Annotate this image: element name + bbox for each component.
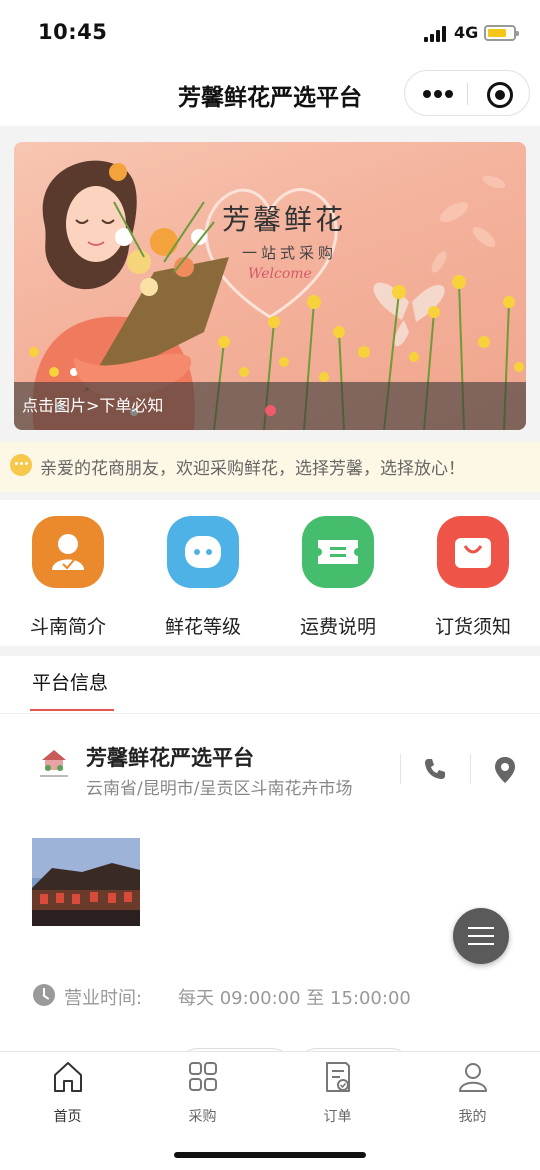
- order-icon: [326, 1062, 350, 1092]
- notice-text: 亲爱的花商朋友，欢迎采购鲜花，选择芳馨，选择放心！: [40, 459, 465, 479]
- ticket-icon: [302, 516, 374, 588]
- tabbar-label: 订单: [323, 1109, 352, 1125]
- tabbar-item-mine[interactable]: 我的: [405, 1060, 540, 1130]
- banner-welcome: Welcome: [248, 266, 312, 282]
- grid-icon: [189, 1062, 217, 1091]
- section-tabs: 平台信息: [0, 656, 540, 714]
- quick-item-order-notice[interactable]: 订货须知: [413, 516, 533, 638]
- mini-program-capsule: [404, 70, 530, 116]
- tab-platform-info[interactable]: 平台信息: [32, 668, 108, 695]
- user-icon: [459, 1063, 487, 1092]
- notice-bar: 亲爱的花商朋友，欢迎采购鲜花，选择芳馨，选择放心！: [0, 442, 540, 492]
- shop-photo[interactable]: [32, 838, 140, 926]
- tabbar-item-purchase[interactable]: 采购: [135, 1060, 270, 1130]
- bottom-tabbar: 首页 采购 订单 我的: [0, 1051, 540, 1170]
- phone-icon[interactable]: [422, 756, 448, 782]
- more-dots-icon[interactable]: [423, 90, 453, 98]
- quick-label: 订货须知: [434, 616, 511, 638]
- quick-item-intro[interactable]: 斗南简介: [8, 516, 128, 638]
- shop-name: 芳馨鲜花严选平台: [86, 746, 254, 770]
- quick-item-shipping[interactable]: 运费说明: [278, 516, 398, 638]
- quick-item-grade[interactable]: 鲜花等级: [143, 516, 263, 638]
- divider: [400, 754, 401, 784]
- home-icon: [54, 1062, 82, 1092]
- tabbar-item-orders[interactable]: 订单: [270, 1060, 405, 1130]
- capsule-divider: [467, 83, 468, 105]
- tabbar-item-home[interactable]: 首页: [0, 1060, 135, 1130]
- battery-icon: [484, 25, 519, 41]
- target-icon[interactable]: [487, 82, 513, 108]
- tabbar-label: 我的: [458, 1109, 487, 1125]
- quick-menu: 斗南简介 鲜花等级 运费说明 订货须知: [0, 500, 540, 646]
- hours-label: 营业时间:: [64, 988, 143, 1009]
- banner-subtitle: 一站式采购: [242, 244, 338, 262]
- quick-label: 鲜花等级: [164, 616, 241, 638]
- shopping-bag-icon: [437, 516, 509, 588]
- status-time: 10:45: [38, 20, 108, 44]
- shop-logo: [40, 750, 68, 777]
- banner-title: 芳馨鲜花: [222, 203, 347, 236]
- banner-caption: 点击图片>下单必知: [22, 396, 164, 415]
- hours-value: 每天 09:00:00 至 15:00:00: [178, 988, 411, 1009]
- shop-address: 云南省/昆明市/呈贡区斗南花卉市场: [86, 779, 353, 799]
- clock-icon: [33, 984, 55, 1006]
- promo-banner[interactable]: 芳馨鲜花 一站式采购 Welcome 点击图片>下单必知: [14, 142, 526, 430]
- nav-bar: 芳馨鲜花严选平台: [0, 64, 540, 126]
- quick-label: 斗南简介: [29, 616, 106, 638]
- home-indicator: [174, 1152, 366, 1158]
- menu-icon: [468, 927, 494, 929]
- speech-bubble-icon: [10, 454, 32, 476]
- floating-menu-button[interactable]: [453, 908, 509, 964]
- location-pin-icon[interactable]: [494, 756, 516, 784]
- chat-bubble-icon: [167, 516, 239, 588]
- banner-indicator-dot[interactable]: [265, 405, 276, 416]
- quick-label: 运费说明: [299, 616, 376, 638]
- tab-underline: [30, 709, 114, 711]
- status-bar: 10:45 4G: [0, 0, 540, 64]
- signal-icon: [424, 26, 450, 42]
- intro-icon: [32, 516, 104, 588]
- tabbar-label: 首页: [53, 1109, 82, 1125]
- divider: [470, 754, 471, 784]
- tabbar-label: 采购: [188, 1109, 217, 1125]
- network-label: 4G: [454, 23, 479, 42]
